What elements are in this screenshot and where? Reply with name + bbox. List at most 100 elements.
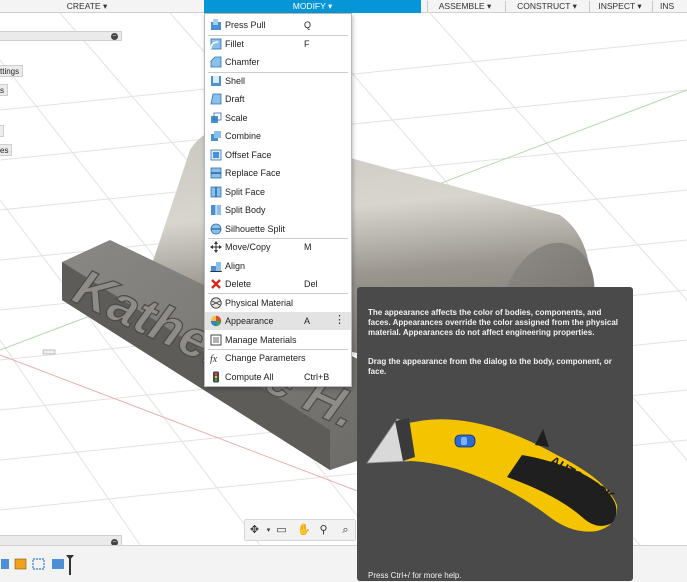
origin-marker	[42, 349, 56, 355]
menu-item-appearance[interactable]: Appearance A ⋮	[205, 312, 351, 330]
menu-item-label: Silhouette Split	[225, 224, 286, 234]
modify-menu-button[interactable]: MODIFY ▾	[204, 0, 421, 13]
manage-materials-icon	[210, 334, 222, 346]
menu-item-shortcut: Del	[304, 279, 318, 289]
create-menu-button[interactable]: CREATE ▾	[42, 0, 132, 13]
menu-item-physical-material[interactable]: Physical Material	[205, 294, 351, 312]
timeline-features	[1, 555, 74, 575]
menu-item-label: Combine	[225, 131, 262, 141]
menu-item-move-copy[interactable]: Move/Copy M	[205, 238, 351, 256]
toolbar-separator	[589, 1, 590, 12]
svg-text:fx: fx	[210, 354, 218, 364]
browser-panel-header: –	[0, 31, 122, 41]
navigation-bar: ✥ ▾ ▭ ✋ ⚲ ⌕	[244, 519, 356, 541]
menu-item-align[interactable]: Align	[205, 257, 351, 275]
menu-item-label: Appearance	[225, 316, 274, 326]
menu-item-label: Change Parameters	[225, 353, 306, 363]
menu-item-label: Fillet	[225, 39, 245, 49]
assemble-menu-button[interactable]: ASSEMBLE ▾	[431, 0, 499, 13]
menu-item-shortcut: A	[304, 316, 311, 326]
toolbar-separator	[505, 1, 506, 12]
menu-item-shortcut: Ctrl+B	[304, 372, 330, 382]
modify-dropdown-menu: Press Pull Q Fillet F Chamfer Shell Draf…	[204, 13, 352, 387]
browser-item[interactable]: s	[0, 84, 8, 96]
menu-item-press-pull[interactable]: Press Pull Q	[205, 16, 351, 34]
menu-item-label: Move/Copy	[225, 242, 271, 252]
menu-item-fillet[interactable]: Fillet F	[205, 35, 351, 53]
timeline-feature-icon	[14, 558, 27, 570]
menu-item-shell[interactable]: Shell	[205, 72, 351, 90]
menu-item-label: Split Face	[225, 187, 266, 197]
menu-item-change-parameters[interactable]: fx Change Parameters	[205, 349, 351, 367]
dropdown-arrow-icon[interactable]: ▾	[262, 524, 275, 537]
menu-item-label: Chamfer	[225, 57, 260, 67]
menu-item-combine[interactable]: Combine	[205, 127, 351, 145]
comments-panel-header: –	[0, 535, 122, 545]
compute-all-icon	[213, 371, 219, 383]
menu-item-compute-all[interactable]: Compute All Ctrl+B	[205, 368, 351, 386]
pan-hand-icon[interactable]: ✋	[297, 524, 311, 537]
insert-menu-button[interactable]: INS	[656, 0, 687, 13]
tooltip-instruction: Drag the appearance from the dialog to t…	[368, 357, 612, 376]
menu-item-label: Physical Material	[225, 298, 294, 308]
inspect-menu-button[interactable]: INSPECT ▾	[593, 0, 647, 13]
menu-item-silhouette-split[interactable]: Silhouette Split	[205, 220, 351, 238]
menu-item-delete[interactable]: Delete Del	[205, 275, 351, 293]
construct-menu-button[interactable]: CONSTRUCT ▾	[509, 0, 585, 13]
menu-item-offset-face[interactable]: Offset Face	[205, 146, 351, 164]
combine-icon	[211, 131, 221, 141]
press-pull-icon	[211, 19, 221, 30]
zoom-icon[interactable]: ⚲	[317, 524, 330, 537]
physical-material-icon	[210, 297, 222, 309]
menu-item-label: Replace Face	[225, 168, 281, 178]
appearance-icon	[210, 315, 222, 327]
draft-icon	[210, 93, 222, 105]
replace-face-icon	[210, 167, 222, 179]
menu-item-shortcut: Q	[304, 20, 312, 30]
tooltip-description: The appearance affects the color of bodi…	[368, 308, 619, 337]
menu-item-label: Offset Face	[225, 150, 272, 160]
look-at-icon[interactable]: ▭	[275, 524, 288, 537]
chamfer-icon	[210, 56, 222, 68]
align-icon	[210, 262, 222, 272]
browser-item[interactable]: ttings	[0, 65, 24, 77]
toolbar-separator	[652, 1, 653, 12]
browser-item[interactable]: es	[0, 144, 13, 156]
menu-item-label: Manage Materials	[225, 335, 297, 345]
menu-item-label: Draft	[225, 94, 245, 104]
timeline-feature-icon	[52, 559, 64, 569]
menu-item-split-body[interactable]: Split Body	[205, 201, 351, 219]
silhouette-split-icon	[210, 223, 222, 235]
appearance-tooltip: The appearance affects the color of bodi…	[357, 287, 633, 581]
menu-item-label: Press Pull	[225, 20, 266, 30]
menu-item-manage-materials[interactable]: Manage Materials	[205, 331, 351, 349]
more-options-icon[interactable]: ⋮	[334, 312, 345, 329]
split-face-icon	[210, 186, 222, 198]
menu-item-shortcut: F	[304, 39, 310, 49]
move-copy-icon	[210, 241, 222, 253]
tooltip-help-hint: Press Ctrl+/ for more help.	[368, 571, 462, 580]
menu-item-label: Align	[225, 261, 246, 271]
menu-item-split-face[interactable]: Split Face	[205, 183, 351, 201]
browser-collapse-icon[interactable]: –	[111, 33, 118, 40]
menu-item-label: Split Body	[225, 205, 266, 215]
shell-icon	[211, 76, 221, 86]
menu-item-shortcut: M	[304, 242, 312, 252]
menu-item-chamfer[interactable]: Chamfer	[205, 53, 351, 71]
delete-icon	[211, 279, 221, 289]
fit-icon[interactable]: ⌕	[339, 524, 352, 537]
toolbar: CREATE ▾ MODIFY ▾ ASSEMBLE ▾ CONSTRUCT ▾…	[0, 0, 687, 13]
timeline-marker	[69, 559, 71, 575]
menu-item-draft[interactable]: Draft	[205, 90, 351, 108]
change-parameters-icon: fx	[210, 354, 218, 364]
orbit-icon[interactable]: ✥	[248, 524, 261, 537]
menu-item-replace-face[interactable]: Replace Face	[205, 164, 351, 182]
menu-item-scale[interactable]: Scale	[205, 109, 351, 127]
timeline-feature-icon	[1, 559, 9, 569]
toolbar-separator	[427, 1, 428, 12]
menu-item-label: Scale	[225, 113, 248, 123]
scale-icon	[211, 112, 222, 123]
menu-item-label: Delete	[225, 279, 252, 289]
menu-item-label: Shell	[225, 76, 246, 86]
browser-item[interactable]	[0, 125, 4, 137]
